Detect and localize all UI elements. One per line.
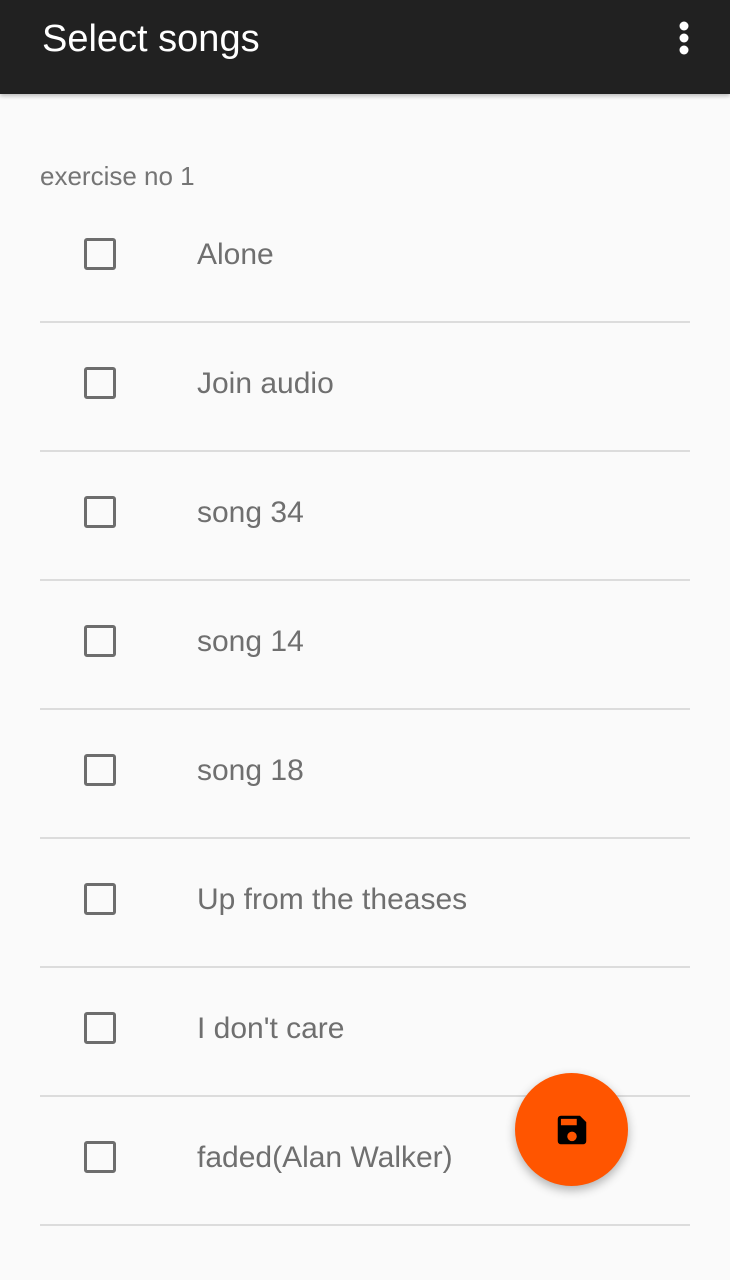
overflow-menu-button[interactable] <box>662 16 706 60</box>
list-item[interactable]: Up from the theases <box>40 839 690 968</box>
song-title: song 14 <box>197 625 304 658</box>
song-checkbox[interactable] <box>84 238 116 270</box>
list-item[interactable]: song 14 <box>40 581 690 710</box>
song-checkbox[interactable] <box>84 754 116 786</box>
song-title: song 18 <box>197 754 304 787</box>
song-checkbox[interactable] <box>84 883 116 915</box>
song-checkbox[interactable] <box>84 496 116 528</box>
more-vert-icon <box>679 21 689 55</box>
song-title: I don't care <box>197 1012 345 1045</box>
list-item[interactable]: song 18 <box>40 710 690 839</box>
song-title: faded(Alan Walker) <box>197 1141 453 1174</box>
song-checkbox[interactable] <box>84 367 116 399</box>
song-title: Up from the theases <box>197 883 468 916</box>
song-title: Join audio <box>197 367 334 400</box>
section-label: exercise no 1 <box>40 161 195 191</box>
list-item[interactable]: Alone <box>40 194 690 323</box>
save-icon <box>557 1115 586 1144</box>
app-bar: Select songs <box>0 0 730 94</box>
list-item[interactable]: Join audio <box>40 323 690 452</box>
page-title: Select songs <box>42 18 260 60</box>
song-checkbox[interactable] <box>84 1141 116 1173</box>
song-title: Alone <box>197 238 274 271</box>
song-list: Alone Join audio song 34 song 14 song 18… <box>40 194 690 1226</box>
song-checkbox[interactable] <box>84 625 116 657</box>
save-button[interactable] <box>515 1073 628 1186</box>
list-item[interactable]: song 34 <box>40 452 690 581</box>
song-title: song 34 <box>197 496 304 529</box>
song-checkbox[interactable] <box>84 1012 116 1044</box>
